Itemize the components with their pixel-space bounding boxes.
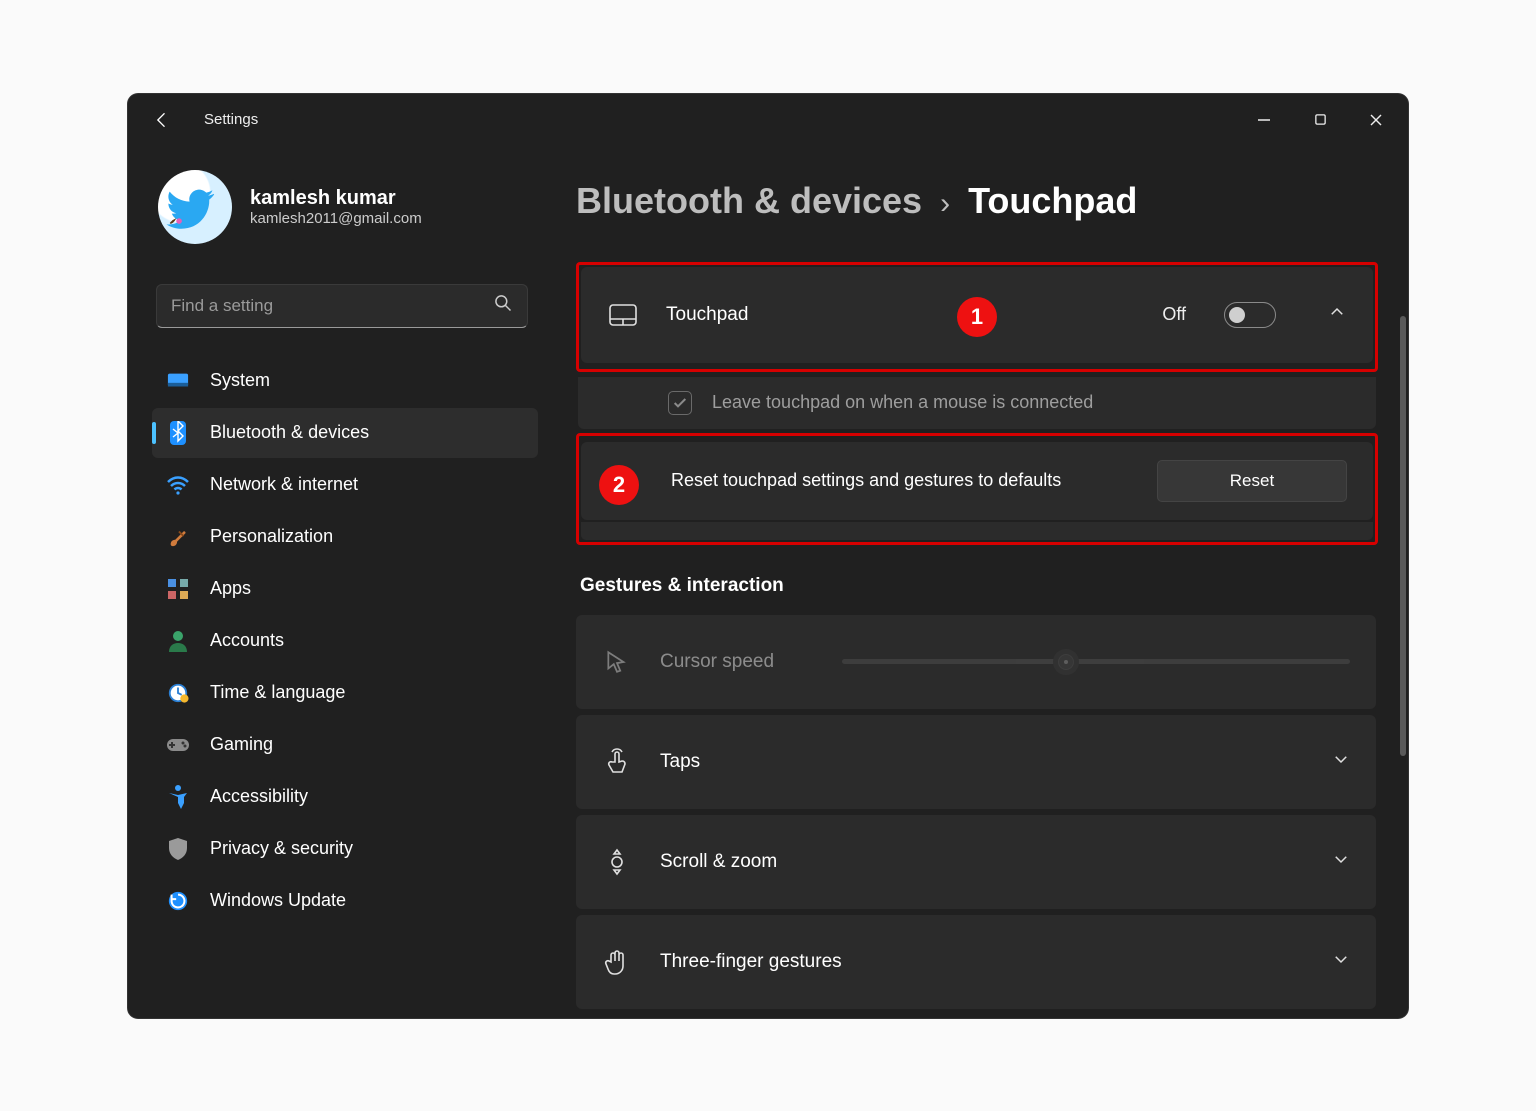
apps-icon (166, 577, 190, 601)
brush-icon (166, 525, 190, 549)
clock-icon (166, 681, 190, 705)
settings-window: Settings kamlesh kumar kamlesh2011@gmail… (128, 94, 1408, 1018)
titlebar: Settings (128, 94, 1408, 146)
sidebar-item-label: Network & internet (210, 474, 358, 495)
toggle-state-label: Off (1162, 304, 1186, 325)
annotation-box-1: 1 Touchpad Off (576, 262, 1378, 372)
sidebar-item-time-language[interactable]: Time & language (152, 668, 538, 718)
sidebar-item-gaming[interactable]: Gaming (152, 720, 538, 770)
reset-row: Reset touchpad settings and gestures to … (581, 442, 1373, 520)
annotation-badge-2: 2 (599, 465, 639, 505)
cursor-speed-row: Cursor speed (576, 615, 1376, 709)
taps-row[interactable]: Taps (576, 715, 1376, 809)
system-icon (166, 369, 190, 393)
annotation-box-2: 2 Reset touchpad settings and gestures t… (576, 433, 1378, 545)
sidebar-item-label: Apps (210, 578, 251, 599)
close-button[interactable] (1352, 100, 1400, 140)
profile-block[interactable]: kamlesh kumar kamlesh2011@gmail.com (152, 170, 538, 244)
profile-name: kamlesh kumar (250, 187, 422, 210)
accessibility-icon (166, 785, 190, 809)
shield-icon (166, 837, 190, 861)
sidebar-item-label: Gaming (210, 734, 273, 755)
update-icon (166, 889, 190, 913)
breadcrumb-current: Touchpad (968, 180, 1137, 222)
leave-touchpad-checkbox[interactable] (668, 391, 692, 415)
search-icon (493, 293, 513, 318)
maximize-button[interactable] (1296, 100, 1344, 140)
three-finger-icon (602, 948, 632, 976)
touchpad-icon (608, 303, 638, 327)
sidebar-item-privacy[interactable]: Privacy & security (152, 824, 538, 874)
chevron-right-icon: › (940, 187, 950, 221)
window-title: Settings (204, 111, 258, 128)
taps-label: Taps (660, 751, 700, 773)
tap-icon (602, 748, 632, 776)
touchpad-title: Touchpad (666, 304, 748, 326)
sidebar-item-label: Personalization (210, 526, 333, 547)
sidebar-item-label: Bluetooth & devices (210, 422, 369, 443)
cursor-icon (602, 648, 632, 676)
search-input[interactable] (171, 296, 493, 316)
chevron-down-icon (1332, 750, 1350, 773)
touchpad-toggle[interactable] (1224, 302, 1276, 328)
breadcrumb: Bluetooth & devices › Touchpad (576, 180, 1398, 222)
sidebar: kamlesh kumar kamlesh2011@gmail.com Syst… (128, 146, 548, 1018)
sidebar-item-windows-update[interactable]: Windows Update (152, 876, 538, 926)
sidebar-item-accounts[interactable]: Accounts (152, 616, 538, 666)
scroll-zoom-icon (602, 847, 632, 877)
sidebar-item-system[interactable]: System (152, 356, 538, 406)
reset-description: Reset touchpad settings and gestures to … (671, 468, 1061, 493)
chevron-down-icon (1332, 950, 1350, 973)
gamepad-icon (166, 733, 190, 757)
sidebar-item-label: System (210, 370, 270, 391)
annotation-badge-1: 1 (957, 297, 997, 337)
sidebar-item-apps[interactable]: Apps (152, 564, 538, 614)
search-box[interactable] (156, 284, 528, 328)
avatar (158, 170, 232, 244)
leave-touchpad-on-row[interactable]: Leave touchpad on when a mouse is connec… (578, 376, 1376, 429)
cursor-speed-slider[interactable] (842, 659, 1350, 664)
scrollbar-thumb[interactable] (1400, 316, 1406, 756)
sidebar-item-label: Windows Update (210, 890, 346, 911)
gestures-heading: Gestures & interaction (580, 575, 1398, 597)
sidebar-item-label: Time & language (210, 682, 345, 703)
three-finger-label: Three-finger gestures (660, 951, 842, 973)
sidebar-item-label: Privacy & security (210, 838, 353, 859)
scroll-zoom-row[interactable]: Scroll & zoom (576, 815, 1376, 909)
main-content: Bluetooth & devices › Touchpad 1 Touchpa… (548, 146, 1408, 1018)
minimize-button[interactable] (1240, 100, 1288, 140)
back-button[interactable] (148, 106, 176, 134)
reset-button[interactable]: Reset (1157, 460, 1347, 502)
sidebar-item-label: Accessibility (210, 786, 308, 807)
sidebar-item-label: Accounts (210, 630, 284, 651)
cursor-speed-label: Cursor speed (660, 651, 774, 673)
bluetooth-icon (166, 421, 190, 445)
nav-list: System Bluetooth & devices Network & int… (152, 356, 538, 926)
account-icon (166, 629, 190, 653)
breadcrumb-parent[interactable]: Bluetooth & devices (576, 180, 922, 222)
scroll-zoom-label: Scroll & zoom (660, 851, 777, 873)
sidebar-item-network[interactable]: Network & internet (152, 460, 538, 510)
sidebar-item-personalization[interactable]: Personalization (152, 512, 538, 562)
sidebar-item-accessibility[interactable]: Accessibility (152, 772, 538, 822)
profile-email: kamlesh2011@gmail.com (250, 210, 422, 227)
chevron-down-icon (1332, 850, 1350, 873)
wifi-icon (166, 473, 190, 497)
leave-touchpad-label: Leave touchpad on when a mouse is connec… (712, 392, 1093, 413)
three-finger-row[interactable]: Three-finger gestures (576, 915, 1376, 1009)
chevron-up-icon[interactable] (1328, 303, 1346, 326)
sidebar-item-bluetooth-devices[interactable]: Bluetooth & devices (152, 408, 538, 458)
